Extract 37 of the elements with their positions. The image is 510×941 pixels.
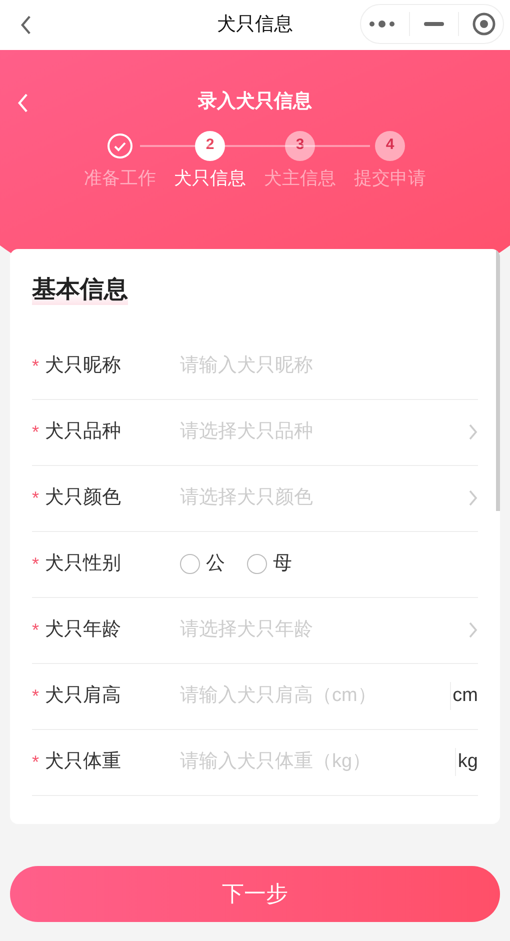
step-label: 准备工作 — [84, 166, 156, 190]
chevron-right-icon — [468, 423, 478, 441]
back-icon — [17, 92, 29, 114]
chevron-right-icon — [468, 489, 478, 507]
required-asterisk: * — [32, 552, 40, 576]
unit-label: cm — [450, 682, 478, 710]
back-icon — [20, 14, 32, 36]
required-asterisk: * — [32, 684, 40, 708]
field-label: 犬只肩高 — [45, 684, 121, 708]
field-label: 犬只品种 — [45, 420, 121, 444]
required-asterisk: * — [32, 420, 40, 444]
required-asterisk: * — [32, 354, 40, 378]
field-label: 犬只颜色 — [45, 486, 121, 510]
nav-title: 犬只信息 — [217, 12, 293, 37]
field-label: 犬只体重 — [45, 750, 121, 774]
section-title: 基本信息 — [32, 274, 128, 304]
step-number: 3 — [285, 130, 315, 160]
more-icon[interactable] — [368, 20, 396, 28]
field-label: 犬只年龄 — [45, 618, 121, 642]
required-asterisk: * — [32, 486, 40, 510]
next-button[interactable]: 下一步 — [10, 866, 500, 922]
radio-option[interactable]: 公 — [180, 550, 225, 578]
header-title: 录入犬只信息 — [198, 90, 312, 114]
minimize-icon[interactable] — [424, 22, 444, 26]
unit-label: kg — [454, 748, 478, 776]
field-label: 犬只性别 — [45, 552, 121, 576]
radio-option[interactable]: 母 — [247, 550, 292, 578]
chevron-right-icon — [468, 621, 478, 639]
required-asterisk: * — [32, 750, 40, 774]
step-label: 犬只信息 — [174, 166, 246, 190]
target-icon[interactable] — [472, 12, 496, 36]
required-asterisk: * — [32, 618, 40, 642]
step-label: 提交申请 — [354, 166, 426, 190]
capsule-menu[interactable] — [360, 4, 504, 44]
field-label: 犬只昵称 — [45, 354, 121, 378]
step-number: 4 — [375, 130, 405, 160]
step-label: 犬主信息 — [264, 166, 336, 190]
